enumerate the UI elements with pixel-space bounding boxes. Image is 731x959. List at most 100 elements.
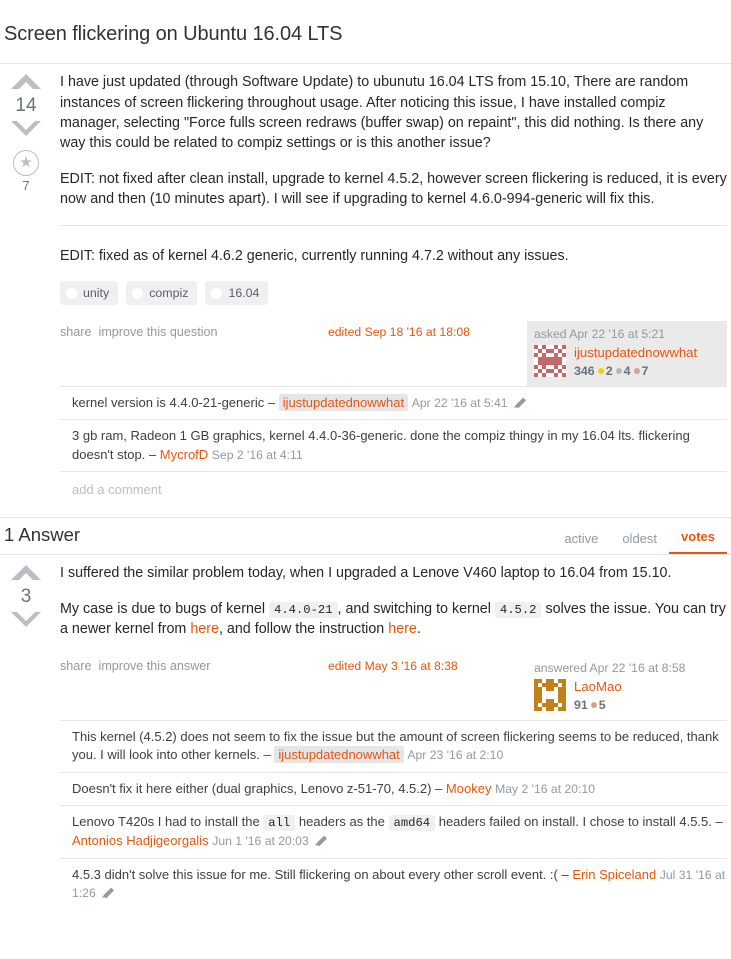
share-link[interactable]: share xyxy=(60,659,92,673)
here-link-1[interactable]: here xyxy=(190,621,219,637)
answer-sort-tabs: active oldest votes xyxy=(552,525,727,555)
question-paragraph-2: EDIT: not fixed after clean install, upg… xyxy=(60,170,727,207)
comment-text: 4.5.3 didn't solve this issue for me. St… xyxy=(72,866,569,882)
comment-text: kernel version is 4.4.0-21-generic – xyxy=(72,394,276,410)
question-owner-name[interactable]: ijustupdatednowwhat xyxy=(574,345,697,362)
comment-text: Doesn't fix it here either (dual graphic… xyxy=(72,780,443,796)
silver-badge-count: 4 xyxy=(623,363,631,378)
question-title-text: Screen flickering on Ubuntu 16.04 LTS xyxy=(4,23,343,46)
answer-count-label: 1 Answer xyxy=(4,524,81,546)
comment-author[interactable]: ijustupdatednowwhat xyxy=(274,746,404,764)
answer-owner-reputation-row: 91 5 xyxy=(574,698,622,712)
answer-post: 3 I suffered the similar problem today, … xyxy=(0,555,731,719)
answer-actions: share improve this answer xyxy=(60,655,328,673)
add-comment-link[interactable]: add a comment xyxy=(60,471,727,507)
tag-bullet-icon xyxy=(211,287,223,299)
answer-edited-timestamp[interactable]: edited May 3 '16 at 8:38 xyxy=(328,655,527,673)
upvote-arrow-icon[interactable] xyxy=(9,565,43,584)
tag-bullet-icon xyxy=(66,287,77,299)
question-asked-timestamp: asked Apr 22 '16 at 5:21 xyxy=(534,327,666,342)
comment-author[interactable]: Mookey xyxy=(446,781,492,796)
question-meta-row: share improve this question edited Sep 1… xyxy=(60,321,727,386)
comment-timestamp: Sep 2 '16 at 4:11 xyxy=(211,447,303,462)
avatar[interactable] xyxy=(534,679,566,712)
bronze-badge-icon xyxy=(633,367,640,374)
question-body-cell: I have just updated (through Software Up… xyxy=(52,64,731,386)
inline-code-kernel-1: 4.4.0-21 xyxy=(269,601,338,618)
star-glyph: ★ xyxy=(19,154,33,172)
question-vote-cell: 14 ★ 7 xyxy=(0,64,52,193)
question-edited-timestamp[interactable]: edited Sep 18 '16 at 18:08 xyxy=(328,321,527,339)
comment-timestamp: Apr 23 '16 at 2:10 xyxy=(407,748,504,763)
question-owner-reputation-row: 346 2 4 7 xyxy=(574,364,697,378)
tag-unity[interactable]: unity xyxy=(60,281,119,306)
comment-author[interactable]: Antonios Hadjigeorgalis xyxy=(72,833,209,848)
comment-timestamp: Jun 1 '16 at 20:03 xyxy=(212,834,309,849)
downvote-arrow-icon[interactable] xyxy=(9,120,43,138)
improve-answer-link[interactable]: improve this answer xyxy=(99,659,211,673)
pencil-icon[interactable] xyxy=(315,835,326,846)
favorite-star-icon[interactable]: ★ xyxy=(13,150,39,177)
downvote-arrow-icon[interactable] xyxy=(9,611,43,629)
answer-owner-info: LaoMao 91 5 xyxy=(574,679,622,712)
comment-text-b: headers as the xyxy=(298,814,385,830)
bronze-badge: 7 xyxy=(633,363,649,378)
comment-item: Lenovo T420s I had to install the all he… xyxy=(60,805,727,858)
comment-text-c: headers failed on install. I chose to in… xyxy=(438,814,723,830)
answer-body-cell: I suffered the similar problem today, wh… xyxy=(52,555,731,719)
question-owner-info: ijustupdatednowwhat 346 2 4 7 xyxy=(574,345,697,378)
comment-author[interactable]: MycrofD xyxy=(160,447,208,462)
tag-label: 16.04 xyxy=(228,286,260,301)
inline-code-kernel-2: 4.5.2 xyxy=(494,601,542,618)
question-comment-list: kernel version is 4.4.0-21-generic – iju… xyxy=(52,385,731,507)
tab-active[interactable]: active xyxy=(552,527,610,554)
bronze-badge-count: 7 xyxy=(641,363,649,378)
answer-owner-name[interactable]: LaoMao xyxy=(574,679,622,696)
inline-code-amd64: amd64 xyxy=(388,815,436,832)
bronze-badge-icon xyxy=(590,701,597,708)
answer-text-e: . xyxy=(416,620,421,637)
silver-badge-icon xyxy=(615,367,622,374)
upvote-arrow-icon[interactable] xyxy=(9,74,43,93)
share-link[interactable]: share xyxy=(60,325,92,339)
answer-comment-list: This kernel (4.5.2) does not seem to fix… xyxy=(52,719,731,910)
gold-badge-count: 2 xyxy=(605,363,613,378)
question-body-divider xyxy=(60,225,727,227)
pencil-icon[interactable] xyxy=(514,397,525,408)
comment-timestamp: May 2 '16 at 20:10 xyxy=(495,781,595,796)
answer-text-b: , and switching to kernel xyxy=(337,600,491,617)
here-link-2[interactable]: here xyxy=(388,621,417,637)
bronze-badge: 5 xyxy=(590,697,606,712)
reputation-score: 91 xyxy=(574,697,588,712)
tag-bullet-icon xyxy=(132,287,144,299)
answer-answered-timestamp: answered Apr 22 '16 at 8:58 xyxy=(534,661,686,676)
reputation-score: 346 xyxy=(574,363,595,378)
answer-owner-details: LaoMao 91 5 xyxy=(534,679,720,712)
answer-paragraph-2: My case is due to bugs of kernel 4.4.0-2… xyxy=(60,599,727,640)
question-actions: share improve this question xyxy=(60,321,328,339)
comment-author[interactable]: Erin Spiceland xyxy=(572,867,656,882)
tag-1604[interactable]: 16.04 xyxy=(205,281,269,306)
comment-timestamp: Apr 22 '16 at 5:41 xyxy=(411,395,508,410)
pencil-icon[interactable] xyxy=(102,887,113,898)
answer-meta-row: share improve this answer edited May 3 '… xyxy=(60,655,727,720)
tab-votes[interactable]: votes xyxy=(669,525,727,555)
comment-author[interactable]: ijustupdatednowwhat xyxy=(278,393,409,411)
answer-paragraph-1: I suffered the similar problem today, wh… xyxy=(60,565,672,582)
comment-item: This kernel (4.5.2) does not seem to fix… xyxy=(60,719,727,772)
improve-question-link[interactable]: improve this question xyxy=(99,325,218,339)
question-owner-card: asked Apr 22 '16 at 5:21 ijustupdatednow… xyxy=(527,321,727,386)
question-paragraph-1: I have just updated (through Software Up… xyxy=(60,74,704,152)
tag-label: unity xyxy=(83,286,110,301)
answer-text-a: My case is due to bugs of kernel xyxy=(60,600,266,617)
gold-badge-icon xyxy=(597,367,604,374)
avatar[interactable] xyxy=(534,345,566,378)
answers-header: 1 Answer active oldest votes xyxy=(0,517,731,555)
answer-text-d: , and follow the instruction xyxy=(218,620,385,637)
favorite-count: 7 xyxy=(22,178,30,194)
tab-oldest[interactable]: oldest xyxy=(610,527,669,554)
tag-compiz[interactable]: compiz xyxy=(126,281,198,306)
page-title: Screen flickering on Ubuntu 16.04 LTS xyxy=(0,13,731,65)
answer-vote-cell: 3 xyxy=(0,555,52,629)
bronze-badge-count: 5 xyxy=(598,697,606,712)
